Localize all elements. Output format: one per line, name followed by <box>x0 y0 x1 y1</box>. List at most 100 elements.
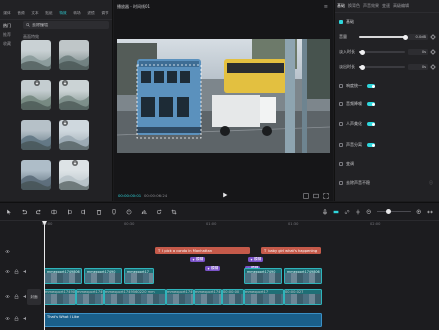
mic-icon[interactable] <box>322 208 328 215</box>
tab-audio[interactable]: 音频 <box>14 2 28 16</box>
effect-thumbnail[interactable]: 模糊 <box>21 40 51 70</box>
video-preview[interactable] <box>117 39 330 153</box>
eye-icon[interactable] <box>5 316 10 321</box>
download-icon[interactable] <box>72 160 79 166</box>
inspector-option[interactable]: 响度统一 <box>339 83 437 89</box>
eye-icon[interactable] <box>5 269 10 274</box>
vip-toggle[interactable] <box>367 102 375 106</box>
eye-icon[interactable] <box>5 249 10 254</box>
effect-thumbnail[interactable]: 雾化 <box>59 120 89 150</box>
tab-effects[interactable]: 特效 <box>56 2 70 16</box>
text-clip[interactable]: TI pick a condo in Manhattan <box>155 247 250 254</box>
slider-knob[interactable] <box>360 64 365 70</box>
zoom-in-icon[interactable] <box>416 209 422 215</box>
speaker-icon[interactable] <box>23 316 28 321</box>
option-checkbox[interactable] <box>339 143 343 147</box>
video-clip[interactable]: mmexport17490 <box>84 268 122 284</box>
main-track-clip[interactable]: mmexport17490 <box>194 289 222 305</box>
mirror-icon[interactable] <box>141 209 147 215</box>
main-track-clip[interactable]: mmexport1749560220 mm <box>104 289 166 305</box>
value-slider[interactable] <box>359 64 405 70</box>
time-ruler[interactable]: 00:00 00:30 01:00 01:30 02:00 <box>42 221 439 229</box>
inspector-option[interactable]: 声音分离 <box>339 142 437 148</box>
tab-sticker[interactable]: 贴纸 <box>42 2 56 16</box>
effect-thumbnail[interactable]: 推背模糊 <box>21 80 51 110</box>
tab-adjust[interactable]: 调节 <box>98 2 112 16</box>
basic-checkbox[interactable] <box>339 20 343 24</box>
value-slider[interactable] <box>359 34 408 40</box>
tab-text[interactable]: 文本 <box>28 2 42 16</box>
play-icon[interactable] <box>222 192 228 198</box>
download-icon[interactable] <box>62 80 69 86</box>
option-checkbox[interactable] <box>339 162 343 166</box>
tab-filter[interactable]: 滤镜 <box>84 2 98 16</box>
download-icon[interactable] <box>34 80 41 86</box>
main-track-clip[interactable]: mmexport17490 Vid <box>44 289 76 305</box>
split-icon[interactable] <box>51 209 57 215</box>
lock-icon[interactable] <box>14 269 19 274</box>
fullscreen-icon[interactable] <box>323 192 329 199</box>
inspector-tab[interactable]: 基础 <box>337 3 345 9</box>
effect-search[interactable] <box>23 21 109 29</box>
keyframe-icon[interactable] <box>430 34 436 40</box>
vip-toggle[interactable] <box>367 84 375 88</box>
playhead[interactable] <box>44 221 45 330</box>
lock-icon[interactable] <box>14 316 19 321</box>
effect-thumbnail[interactable]: 放微模糊 <box>21 120 51 150</box>
fit-icon[interactable] <box>303 192 309 199</box>
text-clip[interactable]: Tbaby girl what's happening <box>261 247 321 254</box>
option-checkbox[interactable] <box>339 122 343 126</box>
effect-chip[interactable]: ✦模糊 <box>205 266 221 271</box>
cover-button[interactable]: 封面 <box>27 289 41 305</box>
inspector-tab[interactable]: 声音效果 <box>363 3 379 9</box>
info-icon[interactable]: ⓘ <box>429 180 433 186</box>
inspector-option[interactable]: 人声美化 <box>339 121 437 127</box>
select-tool-icon[interactable] <box>6 209 12 215</box>
video-clip[interactable]: mmexport1749806 <box>284 268 322 284</box>
sub-nav-recommend[interactable]: 推荐 <box>0 30 21 39</box>
ratio-icon[interactable] <box>313 193 319 199</box>
main-track-clip[interactable]: mmexport17490 <box>166 289 194 305</box>
link-icon[interactable] <box>344 209 350 215</box>
inspector-tab[interactable]: 换背色 <box>348 3 360 9</box>
slider-knob[interactable] <box>403 34 408 40</box>
video-clip[interactable]: mmexport17490 <box>244 268 282 284</box>
video-clip[interactable]: mmexport1749806 <box>44 268 82 284</box>
effect-thumbnail[interactable]: 虚化 <box>59 80 89 110</box>
audio-clip[interactable]: That's What I Like <box>44 313 322 327</box>
inspector-option[interactable]: 变调 <box>339 161 437 167</box>
tab-media[interactable]: 媒体 <box>0 2 14 16</box>
delete-icon[interactable] <box>96 209 102 215</box>
eye-icon[interactable] <box>5 294 10 299</box>
marker-icon[interactable] <box>111 208 117 215</box>
vip-toggle[interactable] <box>367 122 375 126</box>
download-icon[interactable] <box>62 120 69 126</box>
main-track-clip[interactable]: 00:00:00 <box>222 289 244 305</box>
keyframe-icon[interactable] <box>430 64 436 70</box>
option-checkbox[interactable] <box>339 84 343 88</box>
undo-icon[interactable] <box>21 209 27 215</box>
effect-chip[interactable]: ✦模糊 <box>190 257 206 262</box>
inspector-option[interactable]: 音频降噪 <box>339 101 437 107</box>
crop-icon[interactable] <box>171 209 177 215</box>
value-input[interactable]: 0.0dB <box>408 34 428 40</box>
slider-knob[interactable] <box>360 49 365 55</box>
main-track-clip[interactable]: 00:00:027 <box>284 289 322 305</box>
video-clip[interactable]: mmexport17 <box>124 268 154 284</box>
split-left-icon[interactable] <box>66 209 72 215</box>
effect-thumbnail[interactable]: 放大 <box>21 160 51 190</box>
vip-toggle[interactable] <box>367 143 375 147</box>
value-slider[interactable] <box>359 49 405 55</box>
lock-icon[interactable] <box>14 294 19 299</box>
search-input[interactable] <box>32 22 102 28</box>
redo-icon[interactable] <box>36 209 42 215</box>
preview-axis-icon[interactable] <box>355 209 361 215</box>
value-input[interactable]: 0s <box>408 64 428 70</box>
main-track-magnet-icon[interactable] <box>333 209 339 215</box>
option-checkbox[interactable] <box>339 102 343 106</box>
main-track-clip[interactable]: mmexport17 <box>244 289 284 305</box>
inspector-option[interactable]: 去除声音不稳 ⓘ <box>339 180 437 186</box>
inspector-tab[interactable]: 高级编辑 <box>393 3 409 9</box>
fit-timeline-icon[interactable] <box>427 209 433 215</box>
zoom-out-icon[interactable] <box>366 209 372 215</box>
